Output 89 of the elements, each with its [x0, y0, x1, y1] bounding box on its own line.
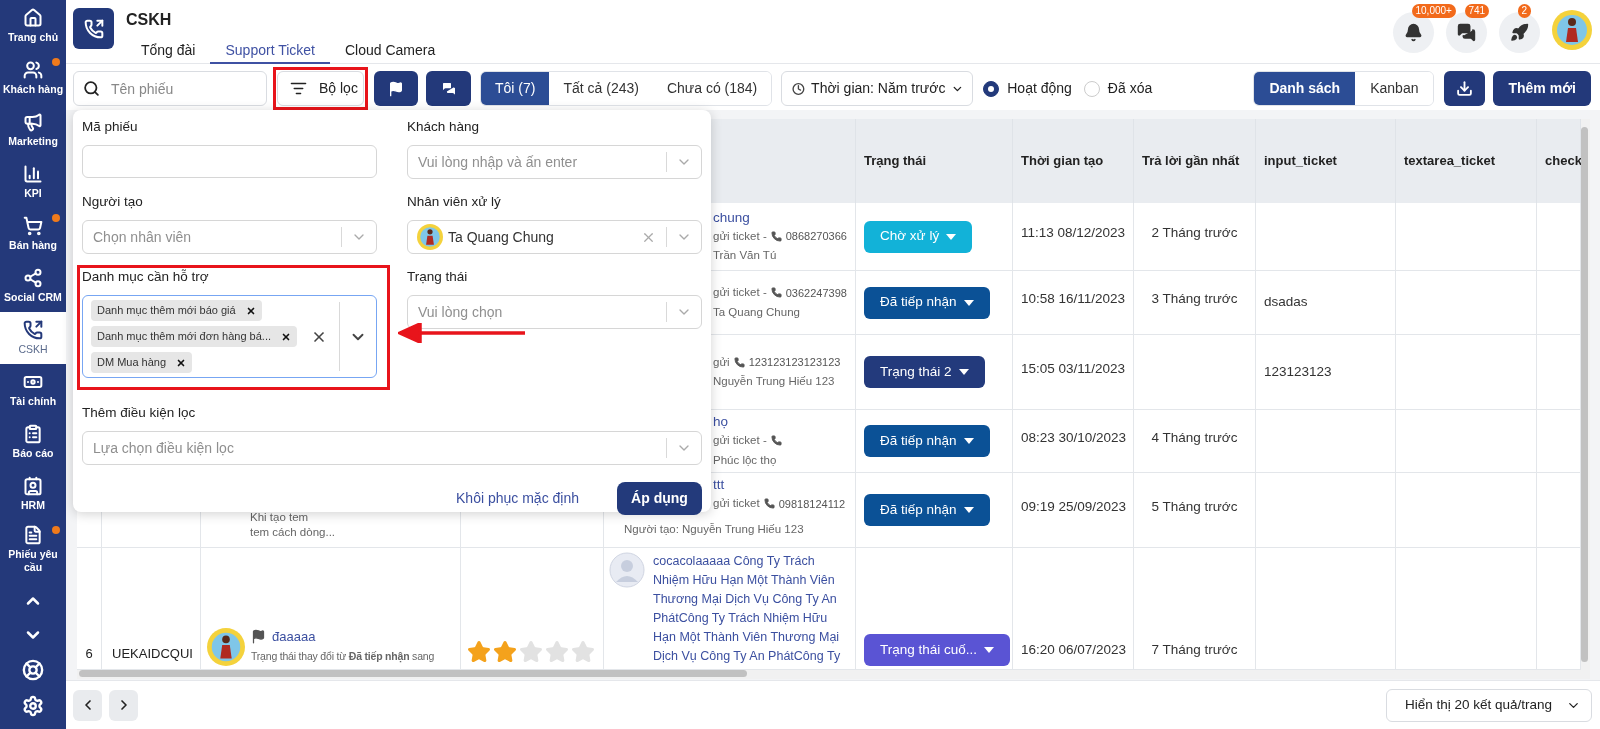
multi-select-field[interactable]: Danh mục thêm mới báo giá Danh mục thêm mới đơn hàng bá... DM Mua hàng	[82, 295, 377, 378]
add-button[interactable]: Thêm mới	[1493, 71, 1591, 106]
row-number: 6	[85, 644, 93, 663]
column-header: Thời gian tạo	[1021, 152, 1104, 171]
phone-number: 0362247398	[785, 285, 847, 301]
customer-note: gửi ticket	[713, 496, 760, 512]
column-header: input_ticket	[1264, 152, 1337, 171]
created-time: 08:23 30/10/2023	[1021, 428, 1127, 447]
sidebar-item[interactable]: HRM	[0, 468, 66, 520]
customer-note: gửi ticket -	[713, 228, 767, 244]
count-badge: 741	[1464, 4, 1490, 18]
last-reply-time: 2 Tháng trước	[1151, 224, 1238, 243]
field-label: Trạng thái	[407, 268, 469, 286]
customer-note: gửi ticket -	[713, 285, 767, 301]
ticket-title-link[interactable]: đaaaaa	[272, 626, 316, 647]
page-title: CSKH	[126, 10, 173, 29]
tab[interactable]: Support Ticket	[210, 38, 330, 64]
customer-note: gửi ticket -	[713, 433, 767, 449]
view-tab[interactable]: Danh sách	[1254, 72, 1356, 105]
sidebar-item[interactable]: Tài chính	[0, 364, 66, 416]
select-field[interactable]: Ta Quang Chung	[407, 220, 702, 254]
tab[interactable]: Tổng đài	[126, 38, 211, 64]
radio-option[interactable]: Đã xóa	[1083, 78, 1153, 99]
creator-text: Trần Văn Tú	[713, 248, 778, 263]
search-field[interactable]: Tên phiếu	[73, 71, 267, 106]
creator-text: Ta Quang Chung	[713, 304, 801, 320]
customer-link[interactable]: họ	[713, 413, 855, 431]
sidebar-item[interactable]: Social CRM	[0, 260, 66, 312]
time-select[interactable]: Thời gian: Năm trước	[781, 71, 974, 106]
filter-tab[interactable]: Tôi (7)	[481, 72, 550, 105]
customer-link[interactable]: cocacolaaaaa Công Ty Trách Nhiệm Hữu Hạn Một Thành Viên Thương Mại Dịch Vụ Công Ty An PhátCông Ty Trách Nhiệm Hữu Hạn Một Thành Viên Thương Mại Dịch Vụ Công Ty An PhátCông Ty	[653, 552, 849, 666]
last-reply-time: 5 Tháng trước	[1151, 497, 1238, 516]
status-dropdown[interactable]: Đã tiếp nhận	[864, 494, 990, 526]
created-time: 16:20 06/07/2023	[1021, 640, 1127, 659]
field-label: Người tạo	[82, 193, 144, 211]
customer-note: gửi	[713, 354, 730, 370]
field-label: Thêm điều kiện lọc	[82, 404, 197, 422]
page-size-select[interactable]: Hiển thị 20 kết quả/trang	[1385, 688, 1592, 722]
status-dropdown[interactable]: Đã tiếp nhận	[864, 286, 990, 319]
creator-text: Phúc lộc thọ	[713, 452, 778, 468]
reset-link[interactable]: Khôi phục mặc định	[456, 488, 579, 509]
created-time: 15:05 03/11/2023	[1021, 359, 1126, 378]
field-label: Khách hàng	[407, 118, 481, 136]
sidebar-item[interactable]: Marketing	[0, 104, 66, 156]
sidebar-item[interactable]: Phiếu yêu cầu	[0, 520, 66, 579]
creator-text: Người tạo: Nguyễn Trung Hiếu 123	[623, 521, 805, 537]
status-dropdown[interactable]: Đã tiếp nhận	[864, 425, 990, 457]
column-header: Trạng thái	[864, 152, 927, 171]
apply-button[interactable]: Áp dụng	[617, 482, 702, 515]
input-value: 123123123	[1264, 362, 1332, 381]
sidebar-item[interactable]: Bán hàng	[0, 208, 66, 260]
count-badge: 10,000+	[1411, 4, 1456, 18]
status-dropdown[interactable]: Trạng thái cuố...	[864, 634, 1011, 666]
ticket-note: Khi tạo tem	[250, 510, 310, 525]
status-dropdown[interactable]: Trạng thái 2	[864, 356, 985, 388]
column-header: Trả lời gần nhất	[1142, 152, 1240, 171]
created-time: 10:58 16/11/2023	[1021, 290, 1126, 309]
tag[interactable]: DM Mua hàng	[91, 352, 193, 373]
phone-number: 123123123123123	[748, 355, 841, 371]
tag[interactable]: Danh mục thêm mới báo giá	[91, 300, 262, 321]
ticket-note: tem cách dòng...	[250, 525, 337, 540]
ticket-code: UEKAIDCQUI	[112, 644, 193, 663]
sidebar-item[interactable]: Báo cáo	[0, 416, 66, 468]
radio-option[interactable]: Hoạt động	[983, 78, 1072, 99]
input-value: dsadas	[1264, 293, 1308, 312]
last-reply-time: 4 Tháng trước	[1151, 428, 1238, 447]
created-time: 11:13 08/12/2023	[1021, 224, 1126, 243]
sidebar-item[interactable]: Khách hàng	[0, 52, 66, 104]
field-label: Nhân viên xử lý	[407, 193, 502, 211]
count-badge: 2	[1517, 4, 1532, 18]
created-time: 09:19 25/09/2023	[1021, 497, 1127, 516]
field-label: Mã phiếu	[82, 118, 139, 136]
customer-link[interactable]: ttt	[713, 476, 855, 494]
last-reply-time: 7 Tháng trước	[1151, 640, 1238, 659]
tab[interactable]: Cloud Camera	[330, 38, 451, 64]
phone-number: 09818124112	[778, 496, 846, 512]
tag[interactable]: Danh mục thêm mới đơn hàng bá...	[91, 326, 297, 347]
filter-button[interactable]: Bộ lọc	[277, 71, 364, 106]
phone-number: 0868270366	[785, 229, 847, 245]
sidebar-item[interactable]: Trang chủ	[0, 0, 66, 52]
ticket-subtitle: Trạng thái thay đổi từ Đã tiếp nhận sang	[251, 649, 435, 665]
sidebar-item[interactable]: KPI	[0, 156, 66, 208]
column-header: check	[1545, 152, 1581, 171]
field-label: Danh mục cần hỗ trợ	[82, 268, 210, 286]
sidebar-item[interactable]: CSKH	[0, 312, 66, 364]
customer-link[interactable]: chung	[713, 208, 855, 226]
creator-text: Nguyễn Trung Hiếu 123	[713, 374, 836, 389]
last-reply-time: 3 Tháng trước	[1151, 290, 1238, 309]
column-header: textarea_ticket	[1404, 152, 1496, 171]
